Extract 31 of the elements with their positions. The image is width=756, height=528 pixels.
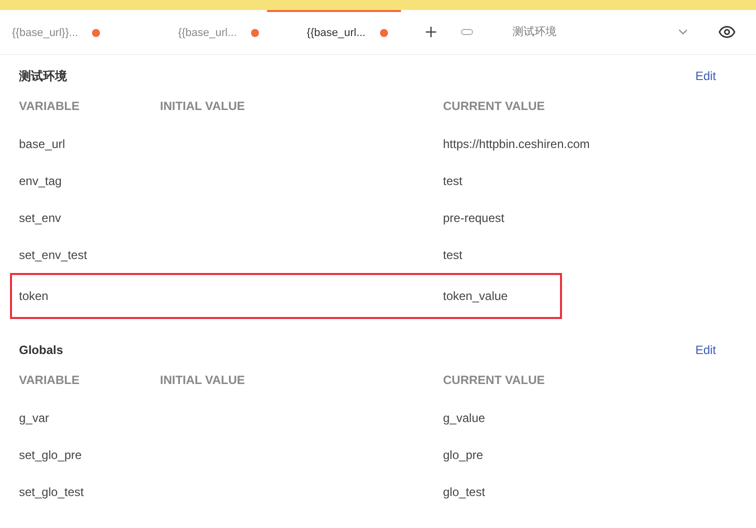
variable-cell-text: set_glo_test <box>19 484 85 500</box>
variable-cell-text: token <box>19 288 50 305</box>
column-header: INITIAL VALUE <box>160 98 246 115</box>
variable-cell-text: set_env_test <box>19 246 88 264</box>
column-header: INITIAL VALUE <box>160 372 246 389</box>
variable-cell-text: set_glo_pre <box>19 446 83 464</box>
eye-icon[interactable] <box>718 23 736 41</box>
section-title: Globals <box>19 342 64 359</box>
variable-cell-text: set_env <box>19 210 62 226</box>
section-title: 测试环境 <box>19 68 67 85</box>
edit-link[interactable]: Edit <box>695 341 716 359</box>
value-cell-text: glo_test <box>443 484 486 500</box>
edit-link[interactable]: Edit <box>695 67 716 85</box>
environment-select[interactable]: 测试环境 <box>512 24 690 40</box>
value-cell-text: test <box>443 246 464 264</box>
variable-cell-text: g_var <box>19 410 50 426</box>
request-tab[interactable]: {{base_url... <box>108 10 267 54</box>
value-cell-text: glo_pre <box>443 446 484 464</box>
request-tab[interactable]: {{base_url... <box>266 10 402 54</box>
value-cell-text: token_value <box>443 288 509 305</box>
value-cell-text: pre-request <box>443 210 506 226</box>
value-cell-text: https://httpbin.ceshiren.com <box>443 136 591 152</box>
column-header: VARIABLE <box>19 372 80 389</box>
column-header: VARIABLE <box>19 98 80 115</box>
value-cell-text: g_value <box>443 410 486 426</box>
variable-cell-text: base_url <box>19 136 66 152</box>
variable-cell-text: env_tag <box>19 172 63 190</box>
column-header: CURRENT VALUE <box>443 98 546 115</box>
column-header: CURRENT VALUE <box>443 372 546 389</box>
value-cell-text: test <box>443 172 464 190</box>
request-tab[interactable]: {{base_url}}... <box>4 10 108 54</box>
